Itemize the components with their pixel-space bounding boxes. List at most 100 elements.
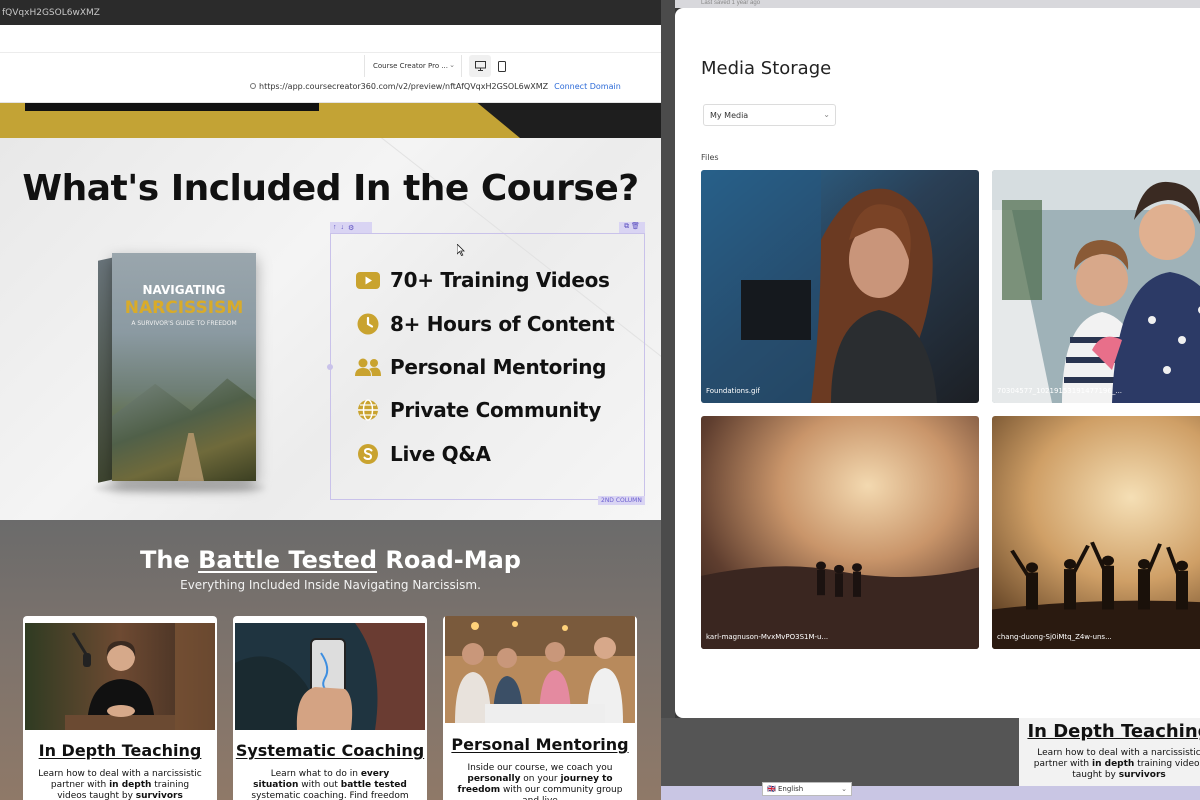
flag-icon: 🇬🇧: [767, 785, 778, 793]
language-label: English: [777, 785, 804, 793]
page-editor: fQVqxH2GSOL6wXMZ Course Creator Pro ... …: [0, 0, 661, 800]
desc-bold: survivors: [135, 791, 183, 800]
browser-url-fragment: fQVqxH2GSOL6wXMZ: [0, 0, 661, 25]
card-title: Personal Mentoring: [451, 735, 629, 754]
desc-text: Learn what to do in: [270, 769, 361, 779]
card-title: Systematic Coaching: [235, 741, 425, 760]
preview-url[interactable]: https://app.coursecreator360.com/v2/prev…: [259, 82, 548, 91]
box-title-line1: NAVIGATING: [142, 283, 226, 297]
mobile-view-button[interactable]: [491, 55, 513, 77]
roadmap-card-mentoring[interactable]: Personal Mentoring Inside our course, we…: [443, 616, 637, 800]
chevron-down-icon: ⌄: [449, 61, 455, 69]
card-description: Inside our course, we coach you personal…: [457, 763, 623, 800]
roadmap-card-coaching[interactable]: Systematic Coaching Learn what to do in …: [233, 616, 427, 800]
youtube-icon: [354, 271, 382, 289]
copy-icon[interactable]: ⧉: [624, 223, 629, 230]
file-tile[interactable]: Foundations.gif: [701, 170, 979, 403]
file-tile[interactable]: 70304577_10219153191477196_...: [992, 170, 1200, 403]
desc-bold: in depth: [1092, 759, 1135, 769]
phone-icon: [498, 60, 506, 72]
preview-url-row: https://app.coursecreator360.com/v2/prev…: [250, 82, 621, 91]
users-icon: [354, 358, 382, 376]
trash-icon[interactable]: 🗑: [631, 223, 640, 230]
toolbar-divider: [0, 52, 661, 53]
clock-icon: [354, 313, 382, 335]
chevron-down-icon: ⌄: [823, 110, 830, 119]
arrow-down-icon[interactable]: ↓: [341, 224, 345, 231]
section-title: What's Included In the Course?: [22, 168, 639, 209]
media-storage-modal: Media Storage My Media ⌄ Files Foundatio…: [675, 8, 1200, 718]
screen: fQVqxH2GSOL6wXMZ Course Creator Pro ... …: [0, 0, 1200, 800]
black-bar: [25, 103, 319, 111]
file-thumbnail: [701, 416, 979, 649]
feature-item-community: Private Community: [354, 395, 601, 425]
file-name: 70304577_10219153191477196_...: [997, 387, 1123, 395]
feature-label: 70+ Training Videos: [390, 268, 610, 292]
roadmap-title-emphasis: Battle Tested: [198, 546, 378, 574]
resize-handle[interactable]: [327, 364, 333, 370]
phone-map-photo: [235, 623, 425, 730]
top-notice: Last saved 1 year ago: [661, 0, 1200, 8]
file-name: Foundations.gif: [706, 387, 760, 395]
gear-icon[interactable]: ⚙: [348, 224, 354, 232]
desc-text: systematic coaching. Find freedom in you…: [251, 791, 409, 800]
feature-item-qa: Live Q&A: [354, 439, 491, 469]
roadmap-section[interactable]: The Battle Tested Road-Map Everything In…: [0, 520, 661, 800]
editor-toolbar: Course Creator Pro ... ⌄ https://app.cou…: [0, 25, 661, 103]
desc-bold: in depth: [109, 780, 152, 790]
feature-item-hours: 8+ Hours of Content: [354, 309, 615, 339]
column-controls[interactable]: ↑ ↓ ⚙: [330, 222, 372, 233]
roadmap-card-teaching[interactable]: In Depth Teaching Learn how to deal with…: [23, 616, 217, 800]
feature-label: Live Q&A: [390, 442, 491, 466]
box-floor-shadow: [95, 483, 265, 493]
chevron-down-icon: ⌄: [841, 785, 847, 793]
files-label: Files: [701, 153, 719, 162]
desc-bold: survivors: [1118, 770, 1166, 780]
connect-domain-link[interactable]: Connect Domain: [554, 82, 621, 91]
file-thumbnail: [701, 170, 979, 403]
behind-card-teaching: In Depth Teaching Learn how to deal with…: [1019, 718, 1200, 786]
file-tile[interactable]: karl-magnuson-MvxMvPO3S1M-u...: [701, 416, 979, 649]
teacher-photo: [25, 623, 215, 730]
feature-item-videos: 70+ Training Videos: [354, 265, 610, 295]
card-title: In Depth Teaching: [38, 741, 202, 760]
sidebar-lane: [661, 0, 675, 800]
file-name: karl-magnuson-MvxMvPO3S1M-u...: [706, 633, 829, 641]
column-actions[interactable]: ⧉ 🗑: [619, 222, 645, 233]
feature-label: 8+ Hours of Content: [390, 312, 615, 336]
globe-ring-icon: [250, 83, 256, 89]
file-name: chang-duong-Sj0iMtq_Z4w-uns...: [997, 633, 1112, 641]
course-select[interactable]: Course Creator Pro ... ⌄: [364, 55, 462, 77]
roadmap-title-post: Road-Map: [377, 546, 521, 574]
file-thumbnail: [992, 170, 1200, 403]
box-title-line2: NARCISSISM: [124, 298, 244, 318]
file-tile[interactable]: chang-duong-Sj0iMtq_Z4w-uns...: [992, 416, 1200, 649]
roadmap-subtitle: Everything Included Inside Navigating Na…: [180, 578, 481, 592]
mouse-cursor-icon: [457, 244, 465, 256]
box-tagline: A SURVIVOR'S GUIDE TO FREEDOM: [131, 320, 237, 327]
whats-included-section[interactable]: What's Included In the Course? NAVIGATIN…: [0, 138, 661, 520]
feature-label: Private Community: [390, 398, 601, 422]
course-select-label: Course Creator Pro ...: [373, 62, 449, 70]
arrow-up-icon[interactable]: ↑: [333, 224, 337, 231]
header-band: [0, 103, 661, 138]
desc-text: on your: [520, 774, 561, 784]
behind-card-description: Learn how to deal with a narcissistic pa…: [1033, 748, 1200, 781]
desc-bold: personally: [467, 774, 521, 784]
skype-icon: [354, 443, 382, 465]
column-label: 2ND COLUMN: [598, 496, 645, 505]
desktop-view-button[interactable]: [469, 55, 491, 77]
feature-item-mentoring: Personal Mentoring: [354, 352, 606, 382]
feature-label: Personal Mentoring: [390, 355, 607, 379]
roadmap-title: The Battle Tested Road-Map: [0, 546, 661, 574]
card-description: Learn what to do in every situation with…: [247, 769, 413, 800]
language-select[interactable]: 🇬🇧 English ⌄: [762, 782, 852, 796]
desc-text: Inside our course, we coach you: [467, 763, 613, 773]
folder-select[interactable]: My Media ⌄: [703, 104, 836, 126]
modal-title: Media Storage: [701, 58, 832, 79]
folder-select-label: My Media: [710, 111, 749, 120]
card-description: Learn how to deal with a narcissistic pa…: [37, 769, 203, 800]
product-box-image[interactable]: NAVIGATING NARCISSISM A SURVIVOR'S GUIDE…: [98, 253, 256, 483]
bottom-strip: [661, 786, 1200, 800]
desc-text: with our community group and live: [502, 785, 623, 800]
